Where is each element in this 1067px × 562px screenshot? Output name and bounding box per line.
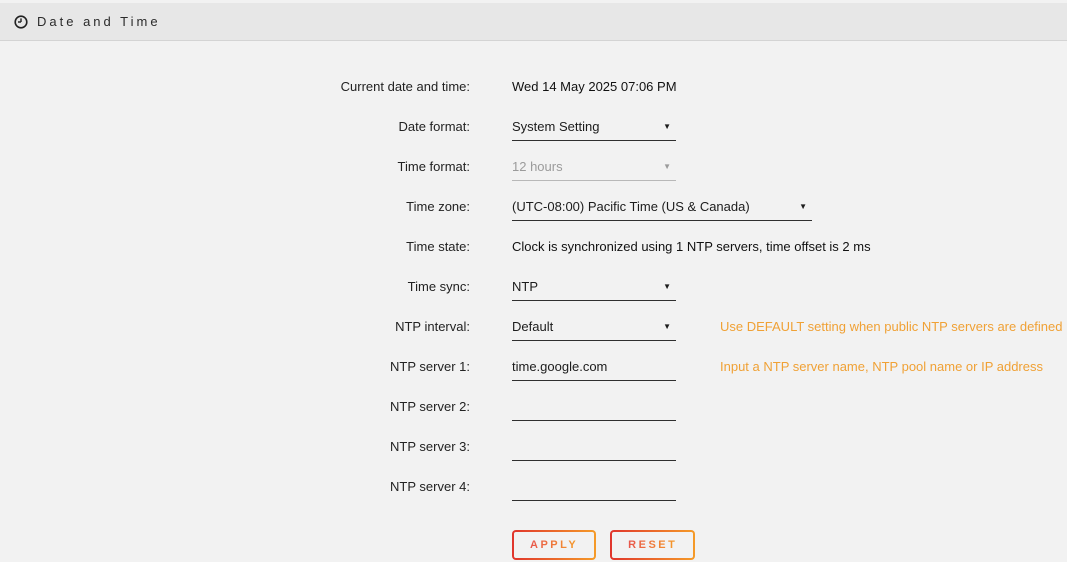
- chevron-down-icon: ▼: [663, 280, 676, 293]
- ntp-interval-hint: Use DEFAULT setting when public NTP serv…: [720, 317, 1063, 334]
- time-zone-select[interactable]: (UTC-08:00) Pacific Time (US & Canada) ▼: [512, 197, 812, 221]
- field-row-time-format: Time format: 12 hours ▼: [0, 157, 1067, 185]
- apply-button-label: APPLY: [530, 539, 578, 551]
- ntp-server-1-hint: Input a NTP server name, NTP pool name o…: [720, 357, 1043, 374]
- time-state-label: Time state:: [0, 237, 470, 254]
- date-time-form: Current date and time: Wed 14 May 2025 0…: [0, 41, 1067, 560]
- field-row-time-zone: Time zone: (UTC-08:00) Pacific Time (US …: [0, 197, 1067, 225]
- time-format-select: 12 hours ▼: [512, 157, 676, 181]
- ntp-server-3-label: NTP server 3:: [0, 437, 470, 454]
- reset-button-label: RESET: [628, 539, 677, 551]
- chevron-down-icon: ▼: [663, 120, 676, 133]
- ntp-interval-selected-value: Default: [512, 319, 553, 334]
- chevron-down-icon: ▼: [663, 320, 676, 333]
- time-format-selected-value: 12 hours: [512, 159, 563, 174]
- field-row-time-sync: Time sync: NTP ▼: [0, 277, 1067, 305]
- field-row-time-state: Time state: Clock is synchronized using …: [0, 237, 1067, 265]
- field-row-current-datetime: Current date and time: Wed 14 May 2025 0…: [0, 77, 1067, 105]
- reset-button[interactable]: RESET: [610, 530, 695, 560]
- time-zone-selected-value: (UTC-08:00) Pacific Time (US & Canada): [512, 199, 750, 214]
- apply-button[interactable]: APPLY: [512, 530, 596, 560]
- date-format-label: Date format:: [0, 117, 470, 134]
- field-row-ntp-server-2: NTP server 2:: [0, 397, 1067, 425]
- chevron-down-icon: ▼: [663, 160, 676, 173]
- ntp-server-1-input[interactable]: [512, 357, 676, 381]
- time-state-value: Clock is synchronized using 1 NTP server…: [512, 237, 871, 254]
- ntp-server-4-input[interactable]: [512, 477, 676, 501]
- field-row-ntp-server-3: NTP server 3:: [0, 437, 1067, 465]
- field-row-ntp-server-1: NTP server 1: Input a NTP server name, N…: [0, 357, 1067, 385]
- current-datetime-value: Wed 14 May 2025 07:06 PM: [512, 77, 677, 94]
- field-row-date-format: Date format: System Setting ▼: [0, 117, 1067, 145]
- ntp-server-1-label: NTP server 1:: [0, 357, 470, 374]
- button-row: APPLY RESET: [512, 530, 1067, 560]
- current-datetime-label: Current date and time:: [0, 77, 470, 94]
- time-sync-label: Time sync:: [0, 277, 470, 294]
- ntp-interval-label: NTP interval:: [0, 317, 470, 334]
- ntp-server-4-label: NTP server 4:: [0, 477, 470, 494]
- clock-icon: [14, 15, 28, 29]
- ntp-server-3-input[interactable]: [512, 437, 676, 461]
- ntp-interval-select[interactable]: Default ▼: [512, 317, 676, 341]
- date-format-selected-value: System Setting: [512, 119, 599, 134]
- date-format-select[interactable]: System Setting ▼: [512, 117, 676, 141]
- section-header: Date and Time: [0, 3, 1067, 41]
- field-row-ntp-server-4: NTP server 4:: [0, 477, 1067, 505]
- ntp-server-2-label: NTP server 2:: [0, 397, 470, 414]
- time-sync-select[interactable]: NTP ▼: [512, 277, 676, 301]
- time-sync-selected-value: NTP: [512, 279, 538, 294]
- chevron-down-icon: ▼: [799, 200, 812, 213]
- time-format-label: Time format:: [0, 157, 470, 174]
- time-zone-label: Time zone:: [0, 197, 470, 214]
- field-row-ntp-interval: NTP interval: Default ▼ Use DEFAULT sett…: [0, 317, 1067, 345]
- ntp-server-2-input[interactable]: [512, 397, 676, 421]
- page-title: Date and Time: [37, 14, 161, 29]
